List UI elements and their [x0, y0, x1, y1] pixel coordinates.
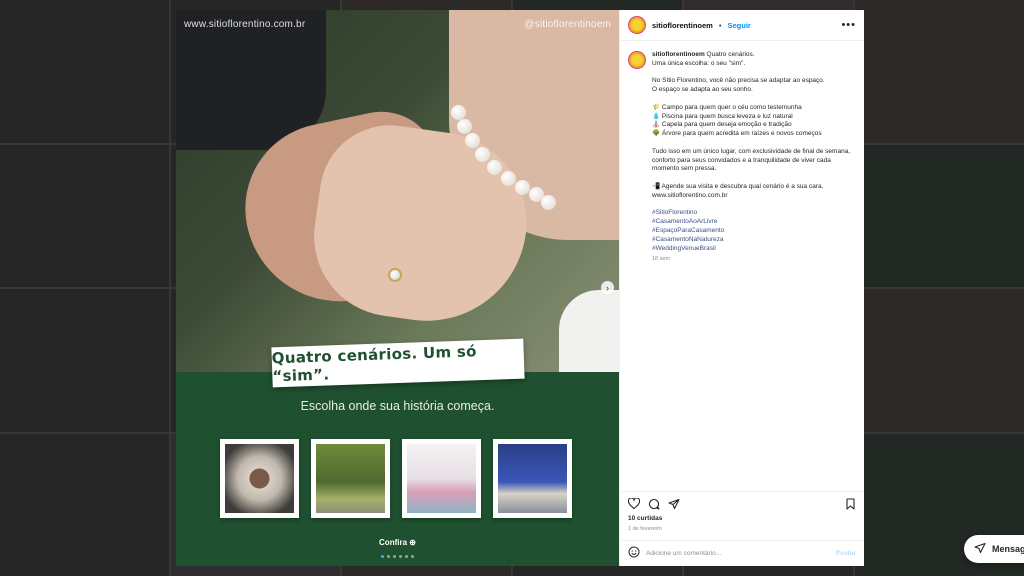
watermark-handle: @sitioflorentinoem: [524, 19, 611, 30]
more-horizontal-icon[interactable]: •••: [841, 19, 856, 31]
hashtag-link[interactable]: #WeddingVenueBrasil: [652, 245, 856, 254]
caption-para2-line2: O espaço se adapta ao seu sonho.: [652, 86, 753, 94]
action-bar: [620, 491, 864, 515]
engagement-ring: [388, 268, 402, 282]
carousel-dot: [405, 555, 408, 558]
slide-subtitle: Escolha onde sua história começa.: [300, 399, 495, 413]
caption-item-capela: ⛪ Capela para quem deseja emoção e tradi…: [652, 121, 792, 129]
carousel-dot: [381, 555, 384, 558]
comment-bar: Postar: [620, 540, 864, 566]
comment-icon[interactable]: [648, 498, 660, 510]
thumb-ceremony-field: [220, 439, 299, 518]
follow-button[interactable]: Seguir: [727, 21, 750, 30]
carousel-dot: [393, 555, 396, 558]
messages-button[interactable]: Mensagens: [964, 535, 1024, 563]
avatar[interactable]: [628, 16, 646, 34]
venue-thumbnails: [220, 439, 572, 518]
carousel-dot: [387, 555, 390, 558]
caption-item-piscina: 💧 Piscina para quem busca leveza e luz n…: [652, 112, 793, 120]
caption-cta: 📲 Agende sua visita e descubra qual cená…: [652, 182, 824, 190]
carousel-dot: [399, 555, 402, 558]
caption-age: 18 sem: [652, 256, 671, 263]
messages-label: Mensagens: [992, 544, 1024, 554]
caption-url: www.sitioflorentino.com.br: [652, 191, 728, 199]
thumb-chapel: [493, 439, 572, 518]
caption-para2-line1: No Sítio Florentino, você não precisa se…: [652, 77, 825, 85]
header-username[interactable]: sitioflorentinoem: [652, 21, 713, 30]
post-comment-button[interactable]: Postar: [836, 550, 856, 557]
pearl-bracelet: [451, 105, 556, 215]
thumb-tree: [311, 439, 390, 518]
carousel-dot: [411, 555, 414, 558]
post-date: 1 de fevereiro: [628, 526, 662, 532]
hashtag-link[interactable]: #SitioFlorentino: [652, 209, 856, 218]
hashtag-link[interactable]: #EspaçoParaCasamento: [652, 227, 856, 236]
caption-username[interactable]: sitioflorentinoem: [652, 51, 705, 58]
caption-item-arvore: 🌳 Árvore para quem acredita em raízes e …: [652, 130, 822, 138]
caption-line2: Uma única escolha: o seu "sim".: [652, 59, 746, 67]
comment-input[interactable]: [646, 550, 830, 557]
bookmark-icon[interactable]: [845, 497, 856, 510]
chevron-right-icon[interactable]: ›: [601, 281, 614, 294]
messages-icon: [974, 542, 986, 556]
carousel-dots: [176, 555, 619, 558]
likes-count[interactable]: 10 curtidas: [620, 515, 864, 526]
headline-text: Quatro cenários. Um só “sim”.: [271, 342, 478, 386]
watermark-website: www.sitioflorentino.com.br: [184, 19, 306, 30]
share-icon[interactable]: [668, 498, 680, 510]
hashtag-link[interactable]: #CasamentoNaNatureza: [652, 236, 856, 245]
hashtag-link[interactable]: #CasamentoAoArLivre: [652, 218, 856, 227]
caption-para4: Tudo isso em um único lugar, com exclusi…: [652, 147, 851, 173]
post-header: sitioflorentinoem • Seguir •••: [620, 10, 864, 41]
caption-area: sitioflorentinoem Quatro cenários. Uma ú…: [620, 41, 864, 491]
thumb-pool-hall: [402, 439, 481, 518]
post-modal: www.sitioflorentino.com.br @sitioflorent…: [176, 10, 864, 566]
caption-intro: Quatro cenários.: [706, 51, 755, 58]
confira-label: Confira ⊕: [379, 538, 416, 547]
emoji-icon[interactable]: [628, 545, 640, 563]
couple-hands-photo: www.sitioflorentino.com.br @sitioflorent…: [176, 10, 619, 380]
post-side-panel: sitioflorentinoem • Seguir ••• sitioflor…: [619, 10, 864, 566]
caption-item-campo: 🌾 Campo para quem quer o céu como testem…: [652, 103, 802, 111]
heart-icon[interactable]: [628, 498, 640, 509]
caption-text: sitioflorentinoem Quatro cenários. Uma ú…: [652, 51, 856, 481]
header-separator: •: [718, 20, 722, 30]
caption-avatar[interactable]: [628, 51, 646, 69]
post-media-carousel[interactable]: www.sitioflorentino.com.br @sitioflorent…: [176, 10, 619, 566]
